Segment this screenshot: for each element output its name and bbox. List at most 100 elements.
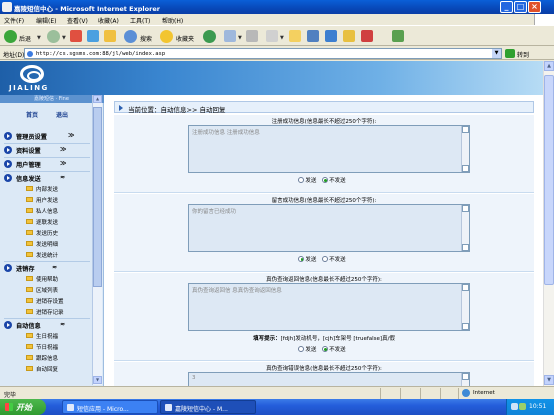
menu-tools[interactable]: 工具(T) [130, 16, 150, 25]
scroll-up-icon[interactable] [462, 284, 469, 291]
scroll-thumb[interactable] [544, 75, 554, 285]
address-input[interactable]: http://cs.sgsms.com:88/jl/web/index.asp … [24, 48, 502, 59]
expand-chevron-icon[interactable]: ≫ [68, 132, 74, 139]
scroll-down-icon[interactable] [462, 323, 469, 330]
textarea-value[interactable]: 你的留言已经成功 [192, 207, 236, 215]
nav-group-icon[interactable] [4, 160, 12, 168]
scroll-up-icon[interactable] [462, 126, 469, 133]
nav-group-send[interactable]: 信息发送 [16, 174, 41, 183]
radio-nosend[interactable] [322, 256, 329, 262]
toolbar-extension-icon[interactable] [343, 30, 355, 42]
menu-view[interactable]: 查看(V) [67, 16, 88, 25]
print-icon[interactable] [246, 30, 258, 42]
nav-scrollbar[interactable]: ▲ ▼ [92, 95, 102, 385]
toolbar-extension-icon[interactable] [325, 30, 337, 42]
radio-send-label[interactable]: 发送 [305, 347, 316, 353]
start-button[interactable]: 开始 [0, 399, 46, 415]
go-arrow-icon[interactable] [505, 49, 515, 58]
edit-dropdown-icon[interactable]: ▼ [280, 35, 284, 41]
expand-chevron-icon[interactable]: ≫ [60, 146, 66, 153]
radio-nosend[interactable] [322, 346, 329, 352]
home-link[interactable]: 首页 [26, 110, 38, 119]
back-dropdown-icon[interactable]: ▼ [37, 35, 41, 41]
start-label[interactable]: 开始 [16, 402, 32, 413]
scroll-thumb[interactable] [93, 107, 102, 287]
tray-icon[interactable] [511, 403, 518, 410]
message-textarea[interactable]: 3 [188, 372, 470, 386]
textarea-value[interactable]: 3 [192, 375, 196, 381]
edit-icon[interactable] [266, 30, 278, 42]
toolbar-extension-icon[interactable] [392, 30, 404, 42]
textarea-scrollbar[interactable] [461, 126, 469, 172]
forward-dropdown-icon[interactable]: ▼ [62, 35, 66, 41]
radio-send[interactable] [298, 177, 305, 183]
search-label[interactable]: 搜索 [140, 34, 152, 43]
favorites-star-icon[interactable] [160, 30, 173, 43]
nav-group-icon[interactable] [4, 146, 12, 154]
nav-item[interactable]: 使用帮助 [36, 275, 58, 283]
nav-item-auto-reply[interactable]: 自动回复 [36, 365, 58, 373]
forward-arrow-icon[interactable] [47, 30, 60, 43]
nav-item[interactable]: 私人信息 [36, 207, 58, 215]
page-scrollbar[interactable]: ▲ ▼ [543, 61, 554, 386]
menu-file[interactable]: 文件(F) [4, 16, 24, 25]
nav-item[interactable]: 发送历史 [36, 229, 58, 237]
collapse-chevron-icon[interactable]: ≈ [60, 321, 65, 328]
menu-help[interactable]: 帮助(H) [162, 16, 183, 25]
radio-nosend-label[interactable]: 不发送 [329, 257, 346, 263]
scroll-down-icon[interactable]: ▼ [544, 375, 554, 385]
expand-chevron-icon[interactable]: ≫ [60, 160, 66, 167]
logout-link[interactable]: 退出 [56, 110, 68, 119]
taskbar-item-active[interactable]: 嘉陵短信中心 - M... [160, 400, 256, 414]
search-icon[interactable] [124, 30, 137, 43]
scroll-up-icon[interactable] [462, 373, 469, 380]
nav-item[interactable]: 生日祝福 [36, 332, 58, 340]
radio-nosend-label[interactable]: 不发送 [329, 347, 346, 353]
menu-edit[interactable]: 编辑(E) [36, 16, 56, 25]
menu-favorites[interactable]: 收藏(A) [98, 16, 119, 25]
radio-send-label[interactable]: 发送 [305, 257, 316, 263]
tray-icon[interactable] [519, 403, 526, 410]
refresh-icon[interactable] [87, 30, 99, 42]
nav-item[interactable]: 发送统计 [36, 251, 58, 259]
collapse-chevron-icon[interactable]: ≈ [60, 174, 65, 181]
radio-send[interactable] [298, 346, 305, 352]
taskbar-item-label[interactable]: 短信应用 - Micro... [77, 404, 129, 413]
taskbar-item[interactable]: 短信应用 - Micro... [62, 400, 158, 414]
message-textarea[interactable]: 注册成功信息 注册成功信息 [188, 125, 470, 173]
textarea-scrollbar[interactable] [461, 205, 469, 251]
stop-icon[interactable] [70, 30, 82, 42]
scroll-down-icon[interactable] [462, 244, 469, 251]
nav-group-inventory[interactable]: 进销存 [16, 264, 35, 273]
nav-group-icon[interactable] [4, 321, 12, 329]
radio-nosend[interactable] [322, 177, 329, 183]
minimize-button[interactable]: _ [500, 1, 513, 13]
scroll-up-icon[interactable] [462, 205, 469, 212]
messenger-icon[interactable] [307, 30, 319, 42]
back-arrow-icon[interactable] [4, 30, 17, 43]
nav-item[interactable]: 节日祝福 [36, 343, 58, 351]
nav-item[interactable]: 逐联发送 [36, 218, 58, 226]
message-textarea[interactable]: 你的留言已经成功 [188, 204, 470, 252]
close-button[interactable]: × [528, 1, 541, 13]
taskbar-item-label[interactable]: 嘉陵短信中心 - M... [175, 404, 228, 413]
home-icon[interactable] [104, 30, 116, 42]
nav-item[interactable]: 区域列表 [36, 286, 58, 294]
history-icon[interactable] [203, 30, 216, 43]
collapse-chevron-icon[interactable]: ≈ [52, 264, 57, 271]
radio-send-label[interactable]: 发送 [305, 178, 316, 184]
toolbar-extension-icon[interactable] [361, 30, 373, 42]
nav-group-users[interactable]: 用户管理 [16, 160, 41, 169]
nav-item[interactable]: 进销存记录 [36, 308, 64, 316]
mail-dropdown-icon[interactable]: ▼ [238, 35, 242, 41]
nav-group-icon[interactable] [4, 132, 12, 140]
textarea-scrollbar[interactable] [461, 284, 469, 330]
nav-item[interactable]: 进销存设置 [36, 297, 64, 305]
address-dropdown-icon[interactable]: ▼ [492, 49, 501, 58]
scroll-up-icon[interactable]: ▲ [93, 95, 102, 103]
title-bar[interactable]: 嘉陵短信中心 - Microsoft Internet Explorer _ □… [0, 0, 554, 14]
textarea-scrollbar[interactable] [461, 373, 469, 386]
back-label[interactable]: 后退 [19, 34, 31, 43]
mail-icon[interactable] [224, 30, 236, 42]
scroll-up-icon[interactable]: ▲ [544, 61, 554, 71]
